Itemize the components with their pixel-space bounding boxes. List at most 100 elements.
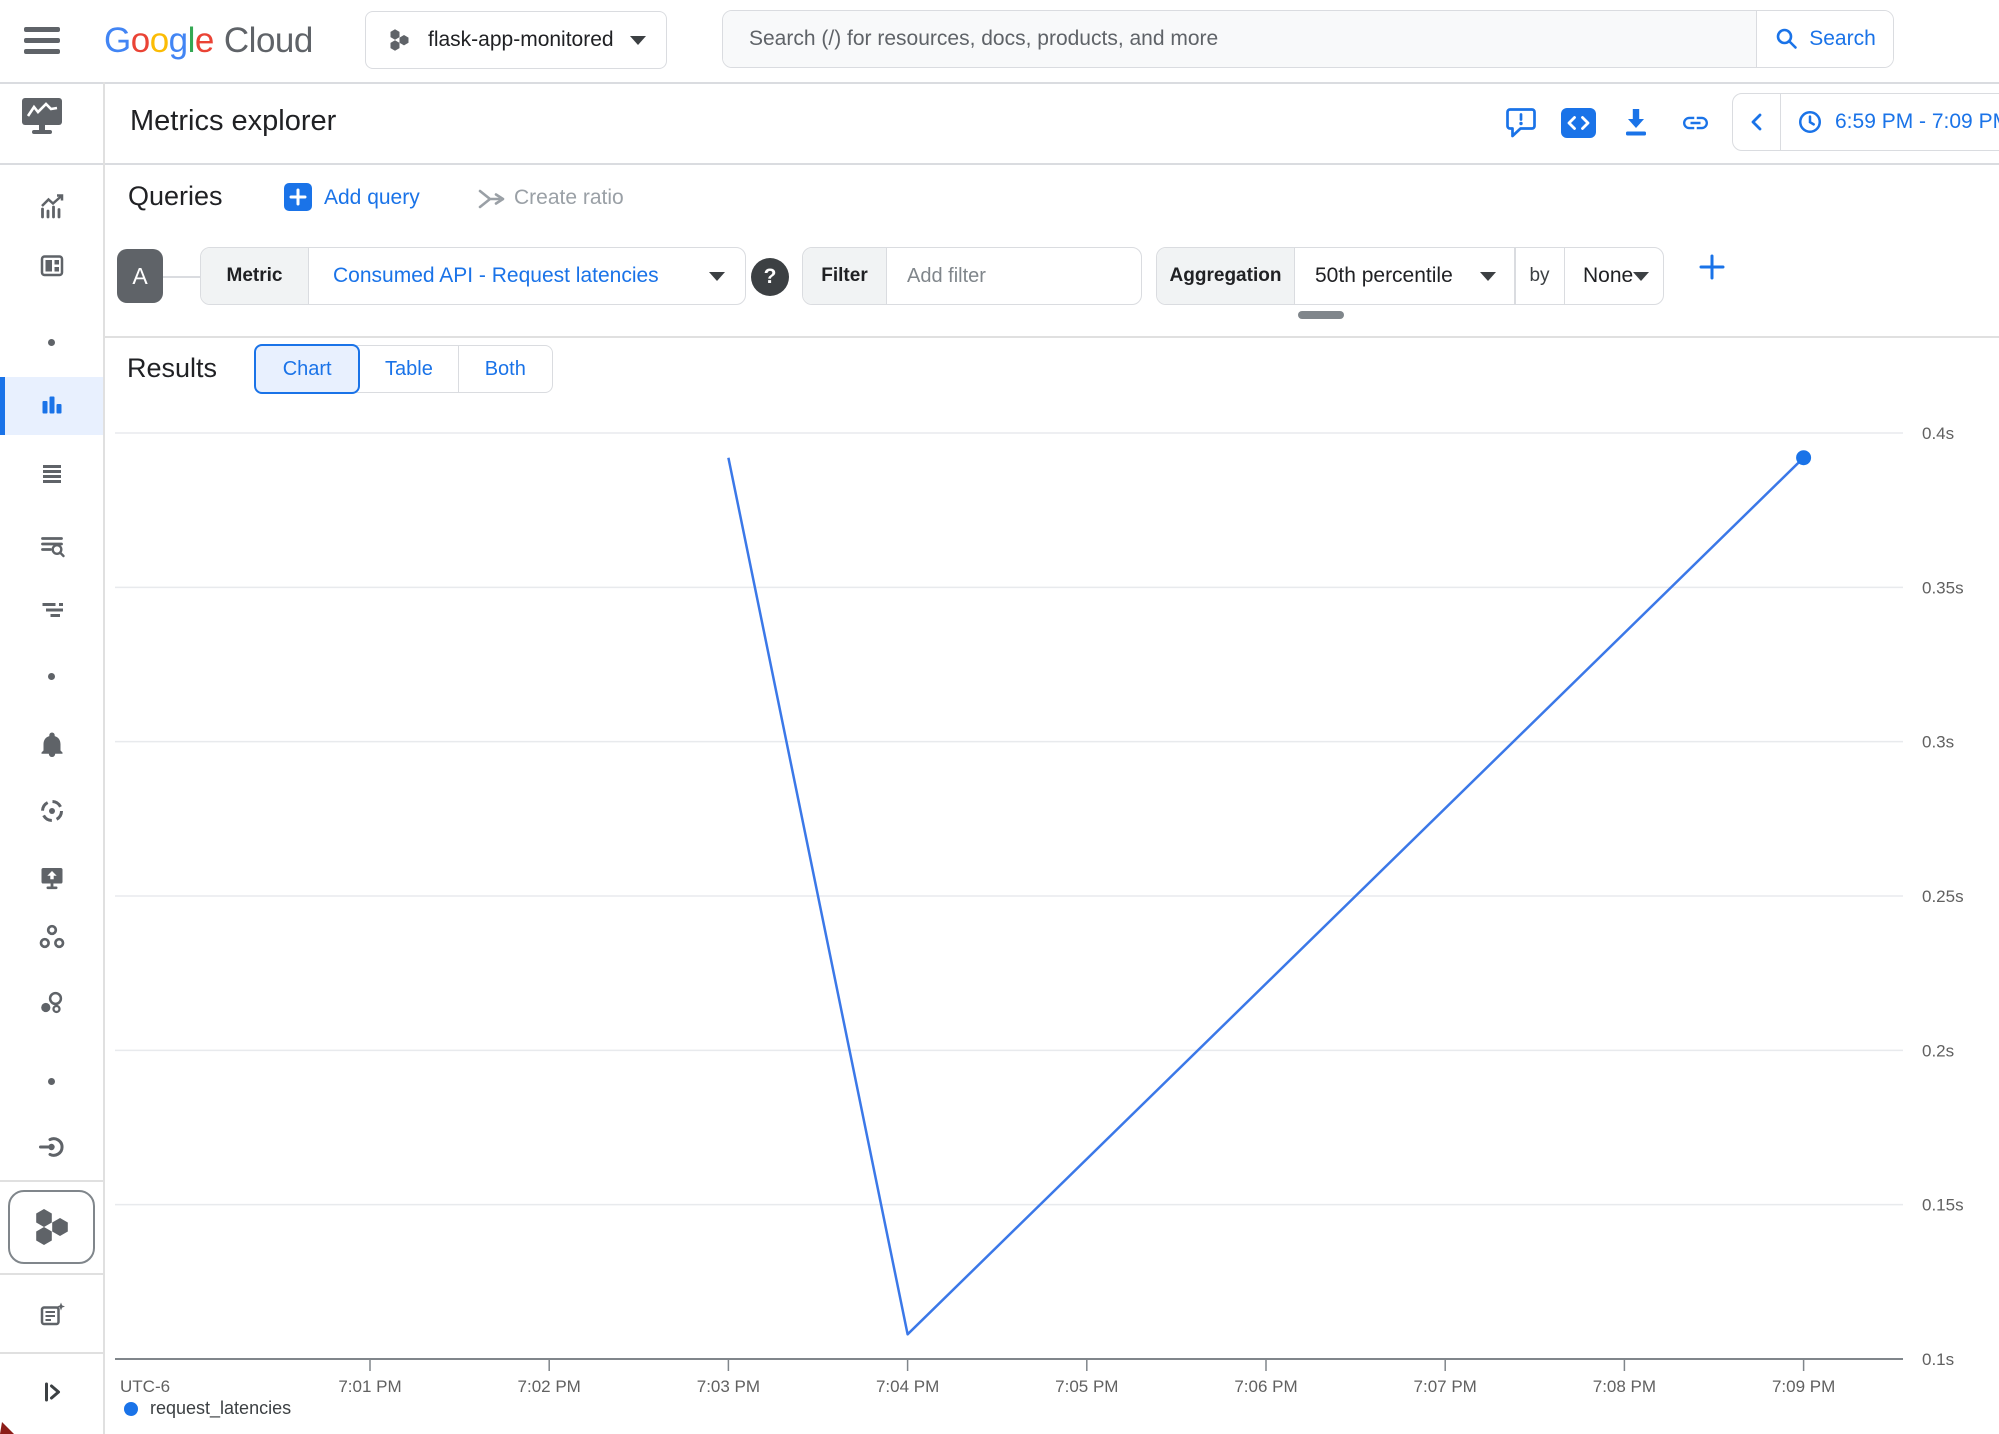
integration-icon [38,1133,66,1161]
metric-caret-icon [709,272,725,281]
svg-text:0.25s: 0.25s [1922,887,1964,906]
legend-item[interactable]: request_latencies [124,1398,291,1419]
menu-icon[interactable] [24,27,60,54]
sidebar-dot-separator [48,1078,55,1085]
sidebar-item-vm-instances[interactable] [0,864,103,892]
search-button[interactable]: Search [1756,11,1893,67]
sidebar-dot-separator [48,673,55,680]
project-hexagons-icon [386,27,412,53]
resize-handle[interactable] [1298,311,1344,319]
svg-text:0.2s: 0.2s [1922,1041,1954,1060]
vm-monitor-icon [38,864,66,892]
sidebar-dot-separator [48,339,55,346]
metric-selector[interactable]: Metric Consumed API - Request latencies [200,247,746,305]
topbar-divider [0,82,1999,84]
search-input-wrap [723,11,1756,67]
tab-table[interactable]: Table [360,346,457,392]
metric-label: Metric [201,248,309,304]
corner-artifact [0,1420,16,1434]
google-cloud-logo[interactable]: Google Cloud [104,21,313,61]
metrics-explorer-page: Google Cloud flask-app-monitored Search [0,0,1999,1434]
sidebar-item-overview[interactable] [0,193,103,221]
time-range-value[interactable]: 6:59 PM - 7:09 PM [1835,110,1999,134]
latency-line-chart[interactable]: 0.4s0.35s0.3s0.25s0.2s0.15s0.1s7:01 PM7:… [0,0,1999,1434]
legend-series-dot [124,1402,138,1416]
feedback-icon[interactable] [1505,106,1537,138]
page-title: Metrics explorer [130,105,336,138]
expand-panel-icon [38,1378,66,1406]
bell-icon [38,731,66,759]
sidebar-item-groups[interactable] [0,923,103,951]
svg-text:7:09 PM: 7:09 PM [1772,1377,1835,1396]
svg-text:7:03 PM: 7:03 PM [697,1377,760,1396]
sidebar-item-integrations[interactable] [0,1133,103,1161]
hexagon-cluster-icon [29,1206,75,1248]
aggregation-dropdown[interactable]: 50th percentile [1295,248,1514,304]
filter-label: Filter [803,248,887,304]
create-ratio-button[interactable]: Create ratio [514,186,624,210]
release-notes-icon [38,1301,66,1329]
aggregation-label: Aggregation [1157,248,1295,304]
svg-text:7:02 PM: 7:02 PM [518,1377,581,1396]
collapse-chevron-button[interactable] [1733,94,1781,150]
sidebar-item-services[interactable] [0,990,103,1018]
filter-control[interactable]: Filter Add filter [802,247,1142,305]
search-bar: Search [722,10,1894,68]
project-selector[interactable]: flask-app-monitored [365,11,667,69]
chevron-down-icon [630,36,646,45]
group-by-dropdown[interactable]: None [1565,248,1663,304]
sidebar-item-release-notes[interactable] [0,1301,103,1329]
link-icon[interactable] [1677,108,1714,138]
svg-text:0.4s: 0.4s [1922,424,1954,443]
sidebar-item-metrics-explorer[interactable] [0,391,103,419]
list-icon [38,459,66,487]
uptime-check-icon [38,797,66,825]
chevron-left-icon [1745,110,1769,134]
sidebar-divider [103,82,105,1434]
create-ratio-icon [477,186,507,212]
query-letter-badge[interactable]: A [117,249,163,303]
sidebar-item-log-search[interactable] [0,531,103,559]
metric-value: Consumed API - Request latencies [309,248,709,304]
search-input[interactable] [723,11,1756,67]
group-by-caret-icon [1633,272,1649,281]
monitoring-logo-icon[interactable] [20,97,64,137]
sidebar-item-dashboards[interactable] [0,252,103,280]
add-query-button[interactable]: Add query [324,186,420,210]
clock-icon [1797,109,1823,135]
time-range-control: 6:59 PM - 7:09 PM [1732,93,1999,151]
sidebar-item-project-hexagons[interactable] [8,1190,95,1264]
queries-title: Queries [128,181,223,212]
svg-text:7:05 PM: 7:05 PM [1055,1377,1118,1396]
svg-text:7:06 PM: 7:06 PM [1234,1377,1297,1396]
sidebar-item-alerting[interactable] [0,731,103,759]
sidebar-section-divider [0,1352,103,1354]
sidebar-item-uptime-checks[interactable] [0,797,103,825]
add-aggregation-plus-icon[interactable] [1697,252,1727,282]
code-icon[interactable] [1561,108,1596,138]
svg-text:7:04 PM: 7:04 PM [876,1377,939,1396]
badge-connector [163,276,200,278]
sidebar-expand-button[interactable] [0,1378,103,1406]
aggregation-control: Aggregation 50th percentile by None [1156,247,1664,305]
tab-both[interactable]: Both [458,346,552,392]
line-chart-icon [38,193,66,221]
project-name: flask-app-monitored [428,28,614,52]
aggregation-caret-icon [1480,272,1496,281]
filter-placeholder: Add filter [887,248,986,304]
add-query-plus-icon[interactable] [284,183,312,211]
builder-divider [103,336,1999,338]
svg-text:0.3s: 0.3s [1922,733,1954,752]
help-icon[interactable]: ? [751,258,789,296]
search-button-label: Search [1809,27,1876,51]
dashboard-icon [38,252,66,280]
download-icon[interactable] [1621,106,1651,139]
results-view-toggle: Chart Table Both [255,345,553,393]
sidebar-section-divider [0,1180,103,1182]
tab-chart[interactable]: Chart [254,344,360,394]
svg-text:UTC-6: UTC-6 [120,1377,170,1396]
sidebar-item-logs[interactable] [0,459,103,487]
cloud-logo-text: Cloud [224,21,313,61]
groups-icon [38,923,66,951]
sidebar-item-trace-list[interactable] [0,596,103,624]
